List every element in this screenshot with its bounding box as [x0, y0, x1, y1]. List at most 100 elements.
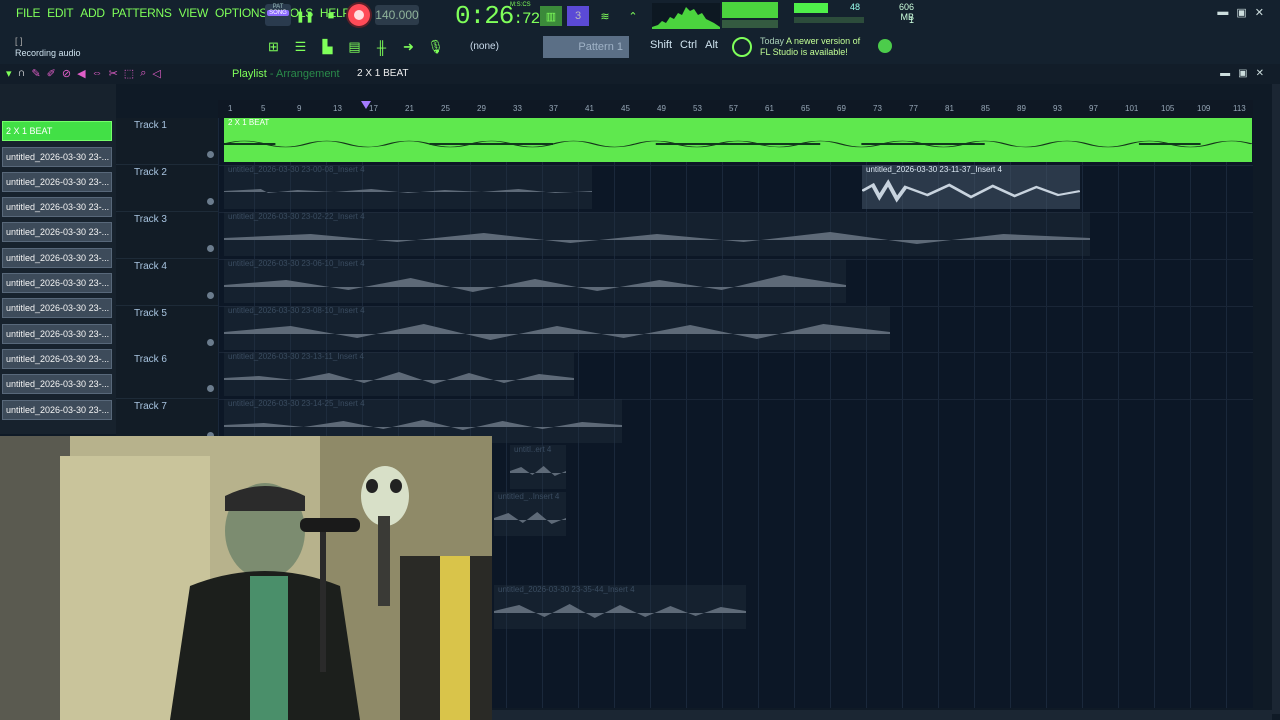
track-header[interactable]: Track 6	[116, 352, 218, 399]
bar-number: 49	[657, 104, 666, 113]
track-mute-dot[interactable]	[207, 151, 214, 158]
fl-studio-window: FILE EDIT ADD PATTERNS VIEW OPTIONS TOOL…	[0, 0, 1280, 720]
picker-item[interactable]: untitled_2026-03-30 23-...	[2, 197, 112, 217]
bar-number: 101	[1125, 104, 1139, 113]
clip-label: untitled_..Insert 4	[498, 492, 560, 501]
select-icon[interactable]: ⬚	[124, 67, 134, 80]
audio-clip[interactable]: untitled_2026-03-30 23-11-37_Insert 4	[862, 165, 1080, 209]
track-mute-dot[interactable]	[207, 385, 214, 392]
menu-add[interactable]: ADD	[80, 6, 105, 20]
playlist-minimize-icon[interactable]: ▬	[1220, 68, 1230, 79]
menu-file[interactable]: FILE	[16, 6, 40, 20]
news-panel[interactable]: Today A newer version of FL Studio is av…	[760, 36, 860, 58]
tempo-display[interactable]: 140.000	[375, 5, 419, 25]
pause-icon[interactable]: ❚❚	[294, 6, 316, 26]
mute-icon[interactable]: ◀	[77, 67, 85, 80]
slip-icon[interactable]: ⇔	[92, 67, 103, 80]
bar-number: 57	[729, 104, 738, 113]
master-pitch-meter	[722, 20, 778, 28]
picker-item[interactable]: untitled_2026-03-30 23-...	[2, 172, 112, 192]
paint-icon[interactable]: ✐	[47, 67, 56, 80]
pattern-select[interactable]: Pattern 1	[543, 36, 629, 58]
browser-icon[interactable]: ▤	[343, 36, 366, 58]
track-mute-dot[interactable]	[207, 245, 214, 252]
menu-patterns[interactable]: PATTERNS	[112, 6, 172, 20]
audio-clip[interactable]: untitled_2026-03-30 23-13-11_Insert 4	[224, 352, 574, 396]
audio-clip[interactable]: untitled_2026-03-30 23-00-08_Insert 4	[224, 165, 592, 209]
clip-label: untitled_2026-03-30 23-02-22_Insert 4	[228, 212, 365, 221]
track-mute-dot[interactable]	[207, 292, 214, 299]
picker-item[interactable]: untitled_2026-03-30 23-...	[2, 400, 112, 420]
audio-clip[interactable]: untitled_2026-03-30 23-08-10_Insert 4	[224, 306, 890, 350]
piano-roll-icon[interactable]: ▙	[316, 36, 339, 58]
track-mute-dot[interactable]	[207, 339, 214, 346]
audio-clip[interactable]: untitl..ert 4	[510, 445, 566, 489]
ctrl-key[interactable]: Ctrl	[680, 39, 697, 51]
pattern-clip[interactable]: 2 X 1 BEAT	[224, 118, 1252, 162]
playhead-marker[interactable]	[361, 101, 371, 109]
track-header[interactable]: Track 2	[116, 165, 218, 212]
bar-number: 73	[873, 104, 882, 113]
news-icon[interactable]	[732, 37, 752, 57]
horizontal-scrollbar[interactable]	[492, 710, 1272, 720]
news-when: Today	[760, 36, 785, 46]
picker-item[interactable]: untitled_2026-03-30 23-...	[2, 222, 112, 242]
shift-key[interactable]: Shift	[650, 39, 672, 51]
pat-song-toggle[interactable]: PAT SONG	[265, 4, 291, 26]
track-header[interactable]: Track 4	[116, 259, 218, 306]
track-mute-dot[interactable]	[207, 198, 214, 205]
vertical-scrollbar[interactable]	[1272, 84, 1280, 714]
microphone-icon[interactable]: 🎙	[424, 36, 447, 58]
audio-clip[interactable]: untitled_2026-03-30 23-35-44_Insert 4	[494, 585, 746, 629]
channel-rack-icon[interactable]: ☰	[289, 36, 312, 58]
track-header[interactable]: Track 5	[116, 306, 218, 353]
clip-waveform	[224, 324, 890, 340]
menu-edit[interactable]: EDIT	[47, 6, 73, 20]
bar-number: 77	[909, 104, 918, 113]
news-line-1: A newer version of	[786, 36, 861, 46]
bar-number: 13	[333, 104, 342, 113]
playlist-maximize-icon[interactable]: ▣	[1238, 68, 1247, 79]
timeline-ruler[interactable]: 1 5 9 13 17 21 25 29 33 37 41 45 49 53 5…	[218, 100, 1253, 118]
clip-label: untitled_2026-03-30 23-13-11_Insert 4	[228, 352, 364, 361]
mixer-icon[interactable]: ╫	[370, 36, 393, 58]
draw-icon[interactable]: ✎	[31, 67, 40, 80]
playlist-icon[interactable]: ⊞	[262, 36, 285, 58]
zoom-icon[interactable]: ⌕	[140, 67, 146, 80]
audio-clip[interactable]: untitled_2026-03-30 23-06-10_Insert 4	[224, 259, 846, 303]
playback-icon[interactable]: ◁	[152, 67, 160, 80]
blend-notes-icon[interactable]: ⌃	[622, 6, 644, 26]
globe-icon[interactable]	[878, 39, 892, 53]
menu-options[interactable]: OPTIONS	[215, 6, 267, 20]
picker-item[interactable]: untitled_2026-03-30 23-...	[2, 324, 112, 344]
track-header[interactable]: Track 1	[116, 118, 218, 165]
track-header[interactable]: Track 3	[116, 212, 218, 259]
channel-select[interactable]: (none)	[466, 38, 524, 56]
wait-input-icon[interactable]: ≋	[594, 6, 616, 26]
record-button[interactable]	[348, 4, 370, 26]
slice-icon[interactable]: ✂	[109, 67, 118, 80]
picker-item[interactable]: untitled_2026-03-30 23-...	[2, 248, 112, 268]
minimize-icon[interactable]: ▬	[1217, 6, 1228, 19]
audio-clip[interactable]: untitled_2026-03-30 23-02-22_Insert 4	[224, 212, 1090, 256]
options-arrow-icon[interactable]: ▾	[6, 67, 12, 80]
picker-item[interactable]: untitled_2026-03-30 23-...	[2, 349, 112, 369]
step-edit-icon[interactable]: 3	[567, 6, 589, 26]
stop-icon[interactable]: ■	[320, 6, 342, 26]
plugin-picker-icon[interactable]: ➜	[397, 36, 420, 58]
playlist-close-icon[interactable]: ✕	[1256, 68, 1264, 79]
menu-view[interactable]: VIEW	[179, 6, 209, 20]
metronome-icon[interactable]: ▥	[540, 6, 562, 26]
audio-clip[interactable]: untitled_..Insert 4	[494, 492, 566, 536]
picker-item[interactable]: 2 X 1 BEAT	[2, 121, 112, 141]
picker-item[interactable]: untitled_2026-03-30 23-...	[2, 147, 112, 167]
alt-key[interactable]: Alt	[705, 39, 718, 51]
close-icon[interactable]: ✕	[1255, 6, 1264, 19]
playlist-pattern-select[interactable]: 2 X 1 BEAT	[357, 68, 409, 79]
maximize-icon[interactable]: ▣	[1236, 6, 1246, 19]
picker-item[interactable]: untitled_2026-03-30 23-...	[2, 374, 112, 394]
delete-icon[interactable]: ⊘	[62, 67, 71, 80]
picker-item[interactable]: untitled_2026-03-30 23-...	[2, 298, 112, 318]
magnet-icon[interactable]: ∩	[18, 67, 26, 80]
picker-item[interactable]: untitled_2026-03-30 23-...	[2, 273, 112, 293]
